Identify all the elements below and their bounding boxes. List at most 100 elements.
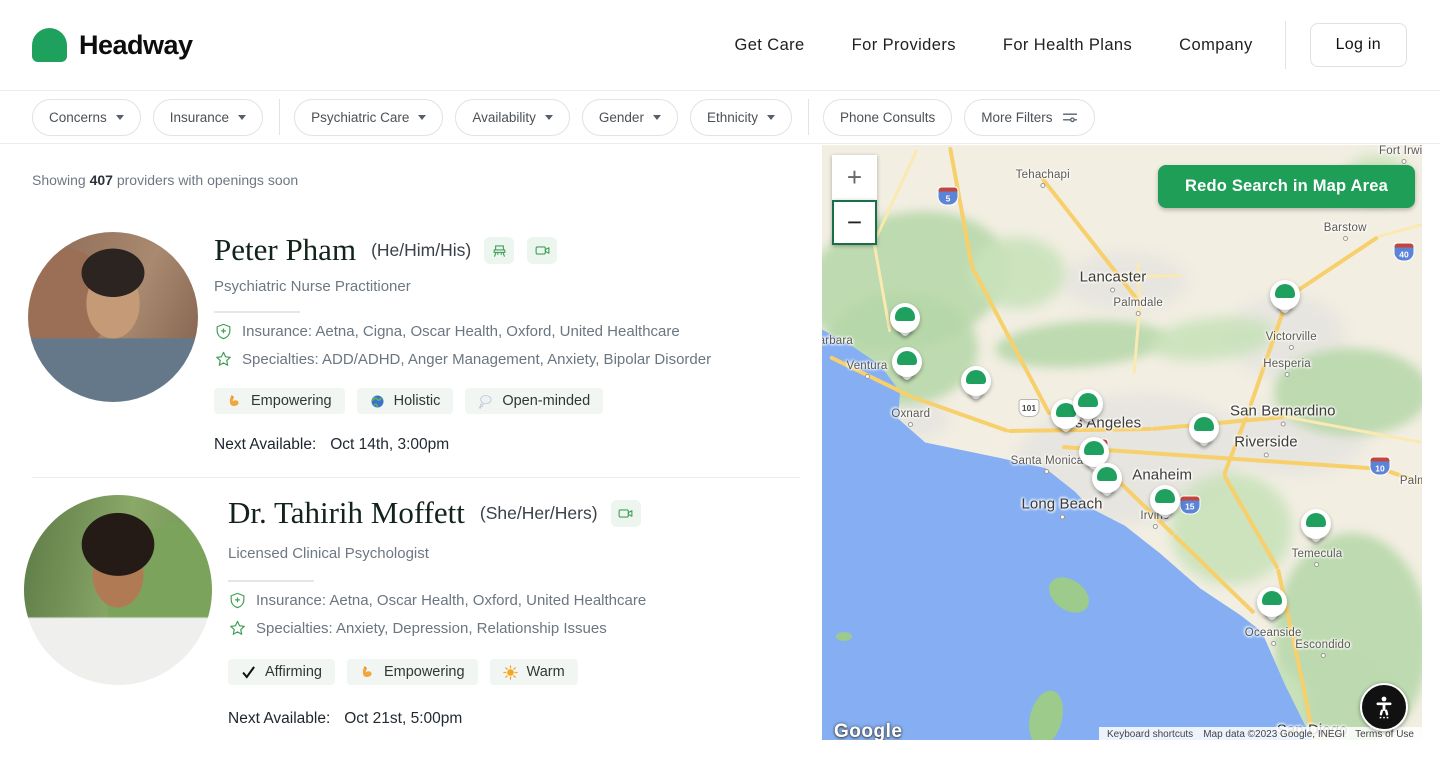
headway-logo-icon <box>32 28 67 62</box>
keyboard-shortcuts-link[interactable]: Keyboard shortcuts <box>1107 729 1193 740</box>
map-data-text: Map data ©2023 Google, INEGI <box>1203 729 1345 740</box>
trait-badge: Holistic <box>357 388 454 414</box>
provider-card[interactable]: Peter Pham (He/Him/His) Psychiatric Nurs… <box>28 232 799 454</box>
map-zoom-controls: + − <box>832 155 877 245</box>
nav-company[interactable]: Company <box>1179 36 1252 55</box>
thought-balloon-icon <box>478 394 493 409</box>
map-pin[interactable] <box>1189 413 1219 453</box>
google-logo[interactable]: Google <box>834 721 902 740</box>
showing-suffix: providers with openings soon <box>117 172 298 188</box>
highway-shield: 5 <box>939 188 958 205</box>
town-dot <box>1320 653 1325 658</box>
filter-availability[interactable]: Availability <box>455 99 570 136</box>
filter-phone-consults[interactable]: Phone Consults <box>823 99 952 136</box>
headway-logo[interactable]: Headway <box>32 28 193 62</box>
trait-badges: AffirmingEmpoweringWarm <box>228 659 813 685</box>
brand-name: Headway <box>79 30 193 61</box>
zoom-out-button[interactable]: − <box>832 200 877 245</box>
town-dot <box>1343 236 1348 241</box>
map-road <box>1287 235 1379 298</box>
badge-label: Holistic <box>394 393 441 409</box>
trait-badge: Empowering <box>214 388 345 414</box>
map-pin[interactable] <box>1301 509 1331 549</box>
map-city-label: Oxnard <box>891 408 930 420</box>
filter-label: Ethnicity <box>707 110 758 125</box>
provider-name[interactable]: Dr. Tahirih Moffett <box>228 495 465 531</box>
filter-concerns[interactable]: Concerns <box>32 99 141 136</box>
insurance-row: Insurance: Aetna, Oscar Health, Oxford, … <box>228 591 813 610</box>
chevron-down-icon <box>116 115 124 120</box>
more-filters-button[interactable]: More Filters <box>964 99 1094 136</box>
accessibility-widget-button[interactable] <box>1360 683 1408 731</box>
filter-gender[interactable]: Gender <box>582 99 678 136</box>
filter-label: Insurance <box>170 110 229 125</box>
map-city-label: Oceanside <box>1245 627 1302 639</box>
map-pin[interactable] <box>890 303 920 343</box>
trait-badges: Empowering Holistic Open-minded <box>214 388 799 414</box>
badge-label: Warm <box>527 664 565 680</box>
town-dot <box>1289 345 1294 350</box>
filter-bar: Concerns Insurance Psychiatric Care Avai… <box>0 91 1440 144</box>
nav-for-providers[interactable]: For Providers <box>852 36 956 55</box>
next-available-value: Oct 21st, 5:00pm <box>344 710 462 727</box>
results-count-text: Showing 407 providers with openings soon <box>32 172 298 188</box>
nav-for-health-plans[interactable]: For Health Plans <box>1003 36 1132 55</box>
town-dot <box>1285 372 1290 377</box>
badge-label: Open-minded <box>502 393 590 409</box>
town-dot <box>864 374 869 379</box>
redo-search-button[interactable]: Redo Search in Map Area <box>1158 165 1415 208</box>
chevron-down-icon <box>767 115 775 120</box>
accessibility-person-icon <box>1371 694 1397 720</box>
filter-divider <box>279 99 280 135</box>
map-panel[interactable]: Fort IrwinTehachapiBarstowLancasterPalmd… <box>822 145 1422 740</box>
chevron-down-icon <box>545 115 553 120</box>
badge-label: Empowering <box>251 393 332 409</box>
video-camera-icon[interactable] <box>527 237 557 264</box>
filter-label: Psychiatric Care <box>311 110 409 125</box>
check-mark-icon <box>241 665 256 680</box>
map-pin[interactable] <box>892 347 922 387</box>
insurance-row: Insurance: Aetna, Cigna, Oscar Health, O… <box>214 322 799 341</box>
map-city-label: Palmdale <box>1113 297 1163 309</box>
nav-get-care[interactable]: Get Care <box>734 36 804 55</box>
map-city-label: Temecula <box>1292 548 1343 560</box>
showing-prefix: Showing <box>32 172 86 188</box>
provider-name[interactable]: Peter Pham <box>214 232 356 268</box>
provider-photo[interactable] <box>24 495 212 685</box>
video-camera-icon[interactable] <box>611 500 641 527</box>
next-available-label: Next Available: <box>214 436 316 453</box>
map-pin[interactable] <box>1257 587 1287 627</box>
filter-divider <box>808 99 809 135</box>
provider-card[interactable]: Dr. Tahirih Moffett (She/Her/Hers) Licen… <box>24 495 813 728</box>
filter-ethnicity[interactable]: Ethnicity <box>690 99 792 136</box>
map-pin[interactable] <box>1092 463 1122 503</box>
zoom-in-button[interactable]: + <box>832 155 877 200</box>
filter-label: Gender <box>599 110 644 125</box>
provider-pronouns: (He/Him/His) <box>371 240 471 261</box>
filter-label: Availability <box>472 110 536 125</box>
town-dot <box>1044 469 1049 474</box>
specialties-text: Specialties: Anxiety, Depression, Relati… <box>256 620 607 637</box>
map-park-area <box>970 237 1065 309</box>
map-pin[interactable] <box>1150 485 1180 525</box>
specialties-text: Specialties: ADD/ADHD, Anger Management,… <box>242 351 711 368</box>
map-pin[interactable] <box>1073 389 1103 429</box>
flexed-biceps-icon <box>360 665 375 680</box>
chevron-down-icon <box>238 115 246 120</box>
filter-insurance[interactable]: Insurance <box>153 99 263 136</box>
star-icon <box>228 619 247 638</box>
filter-psychiatric-care[interactable]: Psychiatric Care <box>294 99 443 136</box>
login-button[interactable]: Log in <box>1310 23 1407 67</box>
map-city-label: Barstow <box>1324 222 1367 234</box>
map-pin[interactable] <box>1270 280 1300 320</box>
provider-photo[interactable] <box>28 232 198 402</box>
shield-plus-icon <box>228 591 247 610</box>
town-dot <box>1263 452 1268 457</box>
map-park-area <box>994 315 1169 373</box>
primary-nav: Get Care For Providers For Health Plans … <box>734 36 1252 55</box>
armchair-icon[interactable] <box>484 237 514 264</box>
trait-badge: Warm <box>490 659 578 685</box>
highway-shield: 40 <box>1395 244 1414 261</box>
filter-label: Phone Consults <box>840 110 935 125</box>
map-pin[interactable] <box>961 366 991 406</box>
